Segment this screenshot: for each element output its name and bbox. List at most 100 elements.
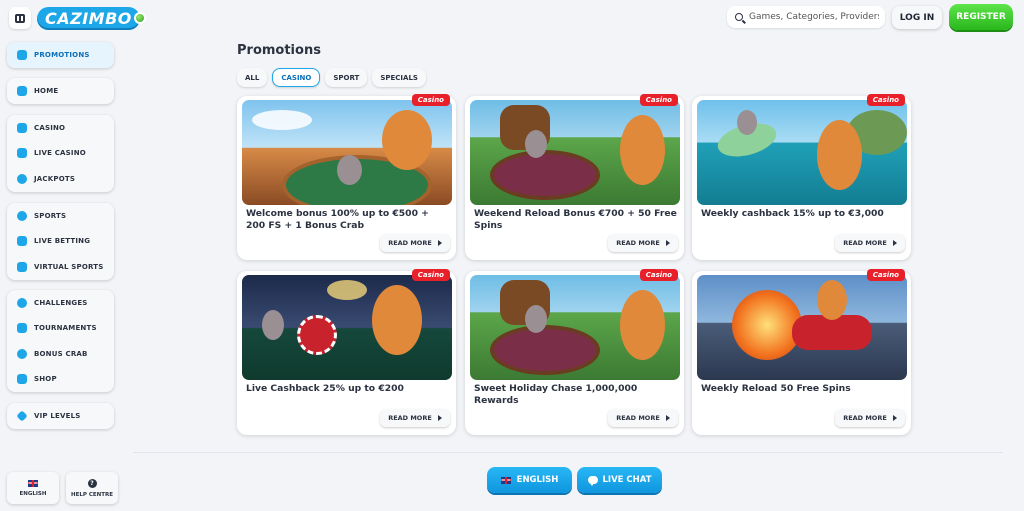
search-icon — [735, 13, 743, 21]
read-more-button[interactable]: READ MORE — [835, 234, 905, 252]
chevron-right-icon — [892, 415, 897, 421]
sidebar-item-label: TOURNAMENTS — [34, 324, 97, 333]
chevron-right-icon — [665, 240, 670, 246]
sidebar-item-label: VIP LEVELS — [34, 411, 81, 420]
play-icon — [16, 236, 27, 247]
category-badge: Casino — [411, 94, 450, 106]
read-more-label: READ MORE — [616, 239, 660, 247]
uk-flag-icon — [28, 479, 38, 487]
promo-image[interactable] — [242, 100, 452, 205]
sidebar-group-home: HOME — [7, 78, 114, 104]
read-more-button[interactable]: READ MORE — [380, 234, 450, 252]
sidebar-group-vip: VIP LEVELS — [7, 403, 114, 429]
category-badge: Casino — [411, 269, 450, 281]
sidebar-item-label: VIRTUAL SPORTS — [34, 262, 104, 271]
sidebar-item-label: CASINO — [34, 123, 66, 132]
promo-card: Casino Weekly cashback 15% up to €3,000 … — [692, 94, 911, 260]
live-chat-button[interactable]: LIVE CHAT — [577, 467, 662, 493]
chat-icon — [587, 476, 598, 486]
language-label: ENGLISH — [19, 490, 47, 497]
sidebar-toggle-icon — [15, 13, 25, 23]
sidebar-item-label: SPORTS — [34, 211, 67, 220]
tab-sport[interactable]: SPORT — [325, 68, 368, 87]
promo-image[interactable] — [470, 100, 680, 205]
read-more-button[interactable]: READ MORE — [608, 234, 678, 252]
chevron-right-icon — [437, 415, 442, 421]
help-icon: ? — [87, 478, 97, 488]
live-casino-icon — [16, 148, 27, 159]
read-more-label: READ MORE — [388, 239, 432, 247]
sidebar-item-virtual-sports[interactable]: VIRTUAL SPORTS — [7, 254, 114, 280]
search-input[interactable] — [749, 12, 879, 22]
top-bar: CAZIMBO LOG IN REGISTER — [0, 0, 1024, 36]
sidebar-item-home[interactable]: HOME — [7, 78, 114, 104]
login-button[interactable]: LOG IN — [892, 6, 942, 29]
sidebar-item-promotions[interactable]: PROMOTIONS — [7, 42, 114, 68]
sidebar-group-promotions: PROMOTIONS — [7, 42, 114, 68]
promo-image[interactable] — [697, 100, 907, 205]
logo[interactable]: CAZIMBO — [37, 6, 146, 30]
promo-title: Weekly cashback 15% up to €3,000 — [701, 208, 884, 219]
sidebar-group-sports: SPORTS LIVE BETTING VIRTUAL SPORTS — [7, 203, 114, 280]
sidebar-item-label: CHALLENGES — [34, 298, 88, 307]
sidebar-item-label: BONUS CRAB — [34, 349, 88, 358]
sidebar-item-label: LIVE CASINO — [34, 149, 86, 158]
shop-icon — [16, 374, 27, 385]
promotion-filter-tabs: ALL CASINO SPORT SPECIALS — [237, 68, 426, 87]
footer-language-button[interactable]: ENGLISH — [487, 467, 572, 493]
read-more-button[interactable]: READ MORE — [608, 409, 678, 427]
promo-image[interactable] — [242, 275, 452, 380]
tab-specials[interactable]: SPECIALS — [372, 68, 426, 87]
promo-card: Casino Weekly Reload 50 Free Spins READ … — [692, 269, 911, 435]
sidebar-item-label: SHOP — [34, 375, 57, 384]
trophy-icon — [16, 323, 27, 334]
chevron-right-icon — [437, 240, 442, 246]
sidebar-item-live-betting[interactable]: LIVE BETTING — [7, 229, 114, 255]
live-chat-label: LIVE CHAT — [602, 475, 652, 485]
promo-card: Casino Live Cashback 25% up to €200 READ… — [237, 269, 456, 435]
category-badge: Casino — [639, 94, 678, 106]
sidebar-item-label: LIVE BETTING — [34, 237, 91, 246]
sidebar-item-casino[interactable]: CASINO — [7, 115, 114, 141]
read-more-label: READ MORE — [843, 239, 887, 247]
uk-flag-icon — [500, 476, 511, 484]
ball-icon — [16, 210, 27, 221]
sidebar-item-bonus-crab[interactable]: BONUS CRAB — [7, 341, 114, 367]
slot-machine-icon — [16, 122, 27, 133]
promo-image[interactable] — [697, 275, 907, 380]
language-selector-button[interactable]: ENGLISH — [7, 472, 59, 504]
tab-casino[interactable]: CASINO — [272, 68, 321, 87]
help-centre-button[interactable]: ? HELP CENTRE — [66, 472, 118, 504]
register-button[interactable]: REGISTER — [949, 4, 1013, 30]
category-badge: Casino — [866, 94, 905, 106]
read-more-button[interactable]: READ MORE — [835, 409, 905, 427]
sidebar-item-jackpots[interactable]: JACKPOTS — [7, 166, 114, 192]
sidebar-group-casino: CASINO LIVE CASINO JACKPOTS — [7, 115, 114, 192]
category-badge: Casino — [866, 269, 905, 281]
footer-divider — [133, 452, 1003, 453]
promo-image[interactable] — [470, 275, 680, 380]
promo-title: Weekly Reload 50 Free Spins — [701, 383, 851, 394]
promo-card: Casino Weekend Reload Bonus €700 + 50 Fr… — [465, 94, 684, 260]
gamepad-icon — [16, 261, 27, 272]
sidebar-item-challenges[interactable]: CHALLENGES — [7, 290, 114, 316]
sidebar-item-label: HOME — [34, 86, 59, 95]
sidebar-item-shop[interactable]: SHOP — [7, 367, 114, 393]
sidebar-item-vip-levels[interactable]: VIP LEVELS — [7, 403, 114, 429]
medal-icon — [16, 297, 27, 308]
read-more-label: READ MORE — [843, 414, 887, 422]
sidebar-item-live-casino[interactable]: LIVE CASINO — [7, 141, 114, 167]
gift-icon — [16, 49, 27, 60]
search-box[interactable] — [727, 6, 885, 28]
diamond-icon — [15, 410, 28, 422]
tab-all[interactable]: ALL — [237, 68, 268, 87]
sidebar-group-extras: CHALLENGES TOURNAMENTS BONUS CRAB SHOP — [7, 290, 114, 392]
logo-ball-icon — [133, 12, 146, 24]
read-more-button[interactable]: READ MORE — [380, 409, 450, 427]
sidebar-item-sports[interactable]: SPORTS — [7, 203, 114, 229]
promo-title: Live Cashback 25% up to €200 — [246, 383, 404, 394]
sidebar-toggle-button[interactable] — [9, 7, 31, 29]
crab-icon — [16, 348, 27, 359]
promo-title: Sweet Holiday Chase 1,000,000 Rewards — [474, 383, 638, 406]
sidebar-item-tournaments[interactable]: TOURNAMENTS — [7, 316, 114, 342]
